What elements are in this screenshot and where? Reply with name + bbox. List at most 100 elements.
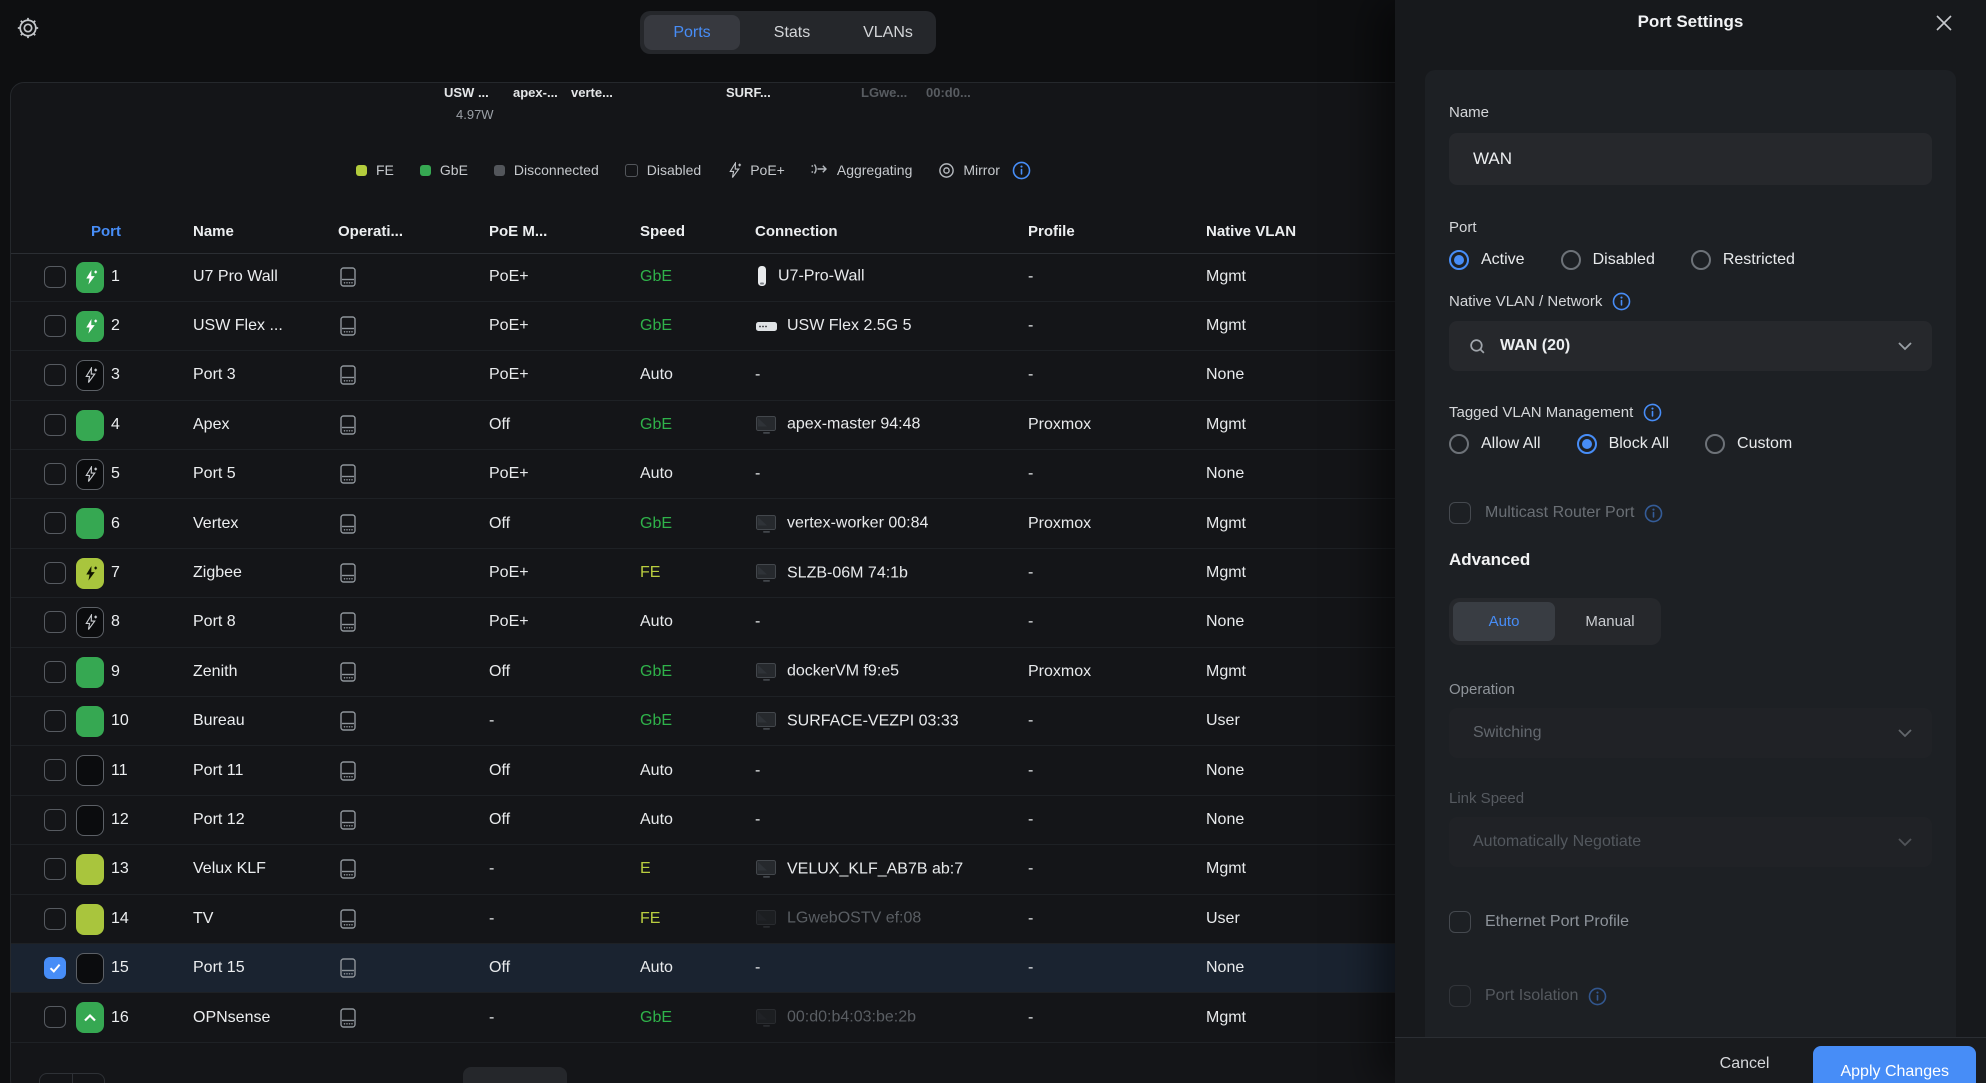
port-number: 7 (111, 564, 120, 582)
link-speed-select[interactable]: Automatically Negotiate (1449, 817, 1932, 867)
native-vlan-select[interactable]: WAN (20) (1449, 321, 1932, 371)
radio-disabled[interactable]: Disabled (1561, 250, 1655, 270)
row-checkbox[interactable] (44, 809, 66, 831)
tagged-vlan-label: Tagged VLAN Management (1449, 403, 1932, 422)
poe-icon (727, 162, 742, 179)
computer-icon (755, 859, 778, 880)
row-checkbox[interactable] (44, 315, 66, 337)
radio-block-all[interactable]: Block All (1577, 434, 1669, 454)
operation-label: Operation (1449, 681, 1932, 698)
native-vlan: None (1206, 366, 1244, 384)
column-name[interactable]: Name (193, 223, 234, 240)
info-icon[interactable] (1644, 504, 1663, 523)
port-number: 9 (111, 663, 120, 681)
tab-vlans[interactable]: VLANs (840, 15, 936, 50)
native-vlan-value: WAN (20) (1500, 337, 1898, 355)
port-status-icon (76, 657, 104, 688)
connection: 00:d0:b4:03:be:2b (755, 1007, 916, 1028)
fe-swatch (356, 165, 367, 176)
link-speed-label: Link Speed (1449, 790, 1932, 807)
poe-mode: PoE+ (489, 465, 529, 483)
radio-dot (1705, 434, 1725, 454)
port-number: 14 (111, 910, 129, 928)
port-name: Port 11 (193, 762, 243, 780)
profile: Proxmox (1028, 663, 1091, 681)
view-tabs: Ports Stats VLANs (640, 11, 936, 54)
row-checkbox[interactable] (44, 562, 66, 584)
native-vlan: User (1206, 712, 1240, 730)
column-speed[interactable]: Speed (640, 223, 685, 240)
tab-stats[interactable]: Stats (744, 15, 840, 50)
row-checkbox[interactable] (44, 611, 66, 633)
native-vlan: None (1206, 465, 1244, 483)
info-icon[interactable] (1588, 987, 1607, 1006)
info-icon[interactable] (1643, 403, 1662, 422)
radio-custom[interactable]: Custom (1705, 434, 1792, 454)
ethernet-port-profile-checkbox[interactable]: Ethernet Port Profile (1449, 911, 1932, 933)
row-checkbox[interactable] (44, 661, 66, 683)
radio-allow-all[interactable]: Allow All (1449, 434, 1541, 454)
info-icon[interactable] (1612, 292, 1631, 311)
radio-active[interactable]: Active (1449, 250, 1525, 270)
mode-auto[interactable]: Auto (1453, 602, 1555, 641)
row-checkbox[interactable] (44, 414, 66, 436)
row-checkbox[interactable] (44, 710, 66, 732)
port-number: 6 (111, 515, 120, 533)
pagination-arrows[interactable] (39, 1073, 105, 1083)
speed: Auto (640, 465, 673, 483)
device-icon (338, 809, 358, 831)
profile: - (1028, 564, 1033, 582)
connection: - (755, 613, 760, 631)
legend: FE GbE Disconnected Disabled PoE+ Aggreg… (356, 157, 1031, 183)
port-status-icon (76, 953, 104, 984)
native-vlan: Mgmt (1206, 515, 1246, 533)
apply-changes-button[interactable]: Apply Changes (1813, 1046, 1976, 1083)
row-checkbox[interactable] (44, 858, 66, 880)
page-size-selector[interactable] (463, 1067, 567, 1083)
name-input[interactable] (1449, 133, 1932, 185)
column-connection[interactable]: Connection (755, 223, 838, 240)
radio-dot (1449, 434, 1469, 454)
speed: GbE (640, 712, 672, 730)
column-native-vlan[interactable]: Native VLAN (1206, 223, 1296, 240)
checkbox (1449, 985, 1471, 1007)
column-operation[interactable]: Operati... (338, 223, 403, 240)
radio-dot (1449, 250, 1469, 270)
access-point-icon (755, 265, 769, 288)
port-state-radio-group: Active Disabled Restricted (1449, 250, 1932, 270)
column-poe-mode[interactable]: PoE M... (489, 223, 547, 240)
device-icon (338, 562, 358, 584)
radio-restricted[interactable]: Restricted (1691, 250, 1795, 270)
aggregating-icon (811, 163, 829, 177)
legend-info-icon[interactable] (1012, 161, 1031, 180)
cancel-button[interactable]: Cancel (1720, 1046, 1770, 1082)
row-checkbox[interactable] (44, 512, 66, 534)
tab-ports[interactable]: Ports (644, 15, 740, 50)
poe-mode: - (489, 1009, 494, 1027)
port-isolation-checkbox[interactable]: Port Isolation (1449, 985, 1932, 1007)
operation-select[interactable]: Switching (1449, 708, 1932, 758)
switch-port-label: LGwe... (861, 85, 907, 100)
native-vlan: None (1206, 613, 1244, 631)
disabled-swatch (625, 164, 638, 177)
row-checkbox[interactable] (44, 957, 66, 979)
column-port[interactable]: Port (91, 223, 121, 240)
settings-gear-icon[interactable] (14, 14, 42, 42)
row-checkbox[interactable] (44, 908, 66, 930)
connection: dockerVM f9:e5 (755, 661, 899, 682)
row-checkbox[interactable] (44, 463, 66, 485)
column-profile[interactable]: Profile (1028, 223, 1075, 240)
chevron-down-icon (1898, 342, 1912, 351)
name-label: Name (1449, 104, 1932, 121)
profile: - (1028, 317, 1033, 335)
poe-mode: Off (489, 762, 510, 780)
chevron-down-icon (1898, 729, 1912, 738)
row-checkbox[interactable] (44, 759, 66, 781)
row-checkbox[interactable] (44, 266, 66, 288)
row-checkbox[interactable] (44, 364, 66, 386)
row-checkbox[interactable] (44, 1006, 66, 1028)
mode-manual[interactable]: Manual (1559, 602, 1661, 641)
multicast-router-port-checkbox[interactable]: Multicast Router Port (1449, 502, 1932, 524)
close-icon[interactable] (1934, 13, 1954, 33)
poe-mode: Off (489, 663, 510, 681)
